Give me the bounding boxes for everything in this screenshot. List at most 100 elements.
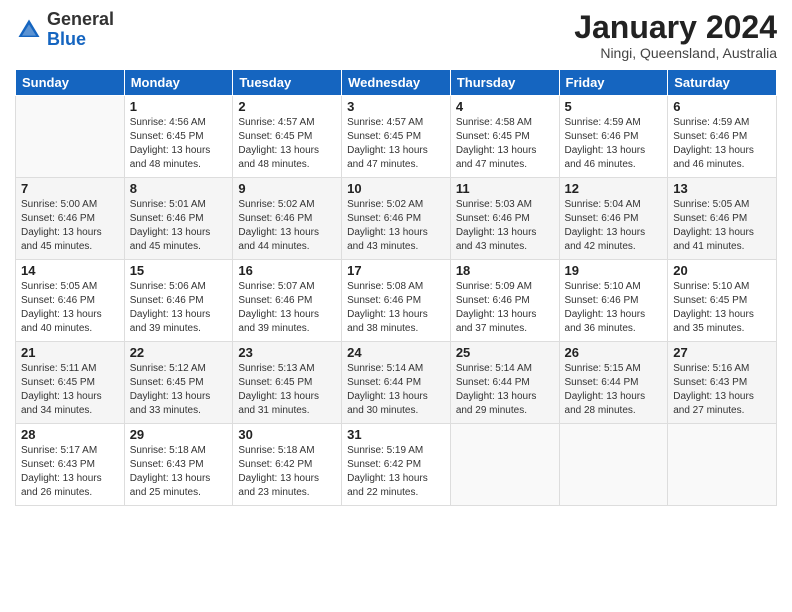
day-cell: 11Sunrise: 5:03 AM Sunset: 6:46 PM Dayli… bbox=[450, 178, 559, 260]
logo-text: General Blue bbox=[47, 10, 114, 50]
day-number: 25 bbox=[456, 345, 554, 360]
day-info: Sunrise: 4:59 AM Sunset: 6:46 PM Dayligh… bbox=[673, 116, 771, 172]
day-number: 24 bbox=[347, 345, 445, 360]
day-cell: 19Sunrise: 5:10 AM Sunset: 6:46 PM Dayli… bbox=[559, 260, 668, 342]
day-info: Sunrise: 5:08 AM Sunset: 6:46 PM Dayligh… bbox=[347, 280, 445, 336]
day-number: 15 bbox=[130, 263, 228, 278]
day-number: 13 bbox=[673, 181, 771, 196]
day-info: Sunrise: 5:05 AM Sunset: 6:46 PM Dayligh… bbox=[673, 198, 771, 254]
week-row-1: 1Sunrise: 4:56 AM Sunset: 6:45 PM Daylig… bbox=[16, 96, 777, 178]
day-info: Sunrise: 5:07 AM Sunset: 6:46 PM Dayligh… bbox=[238, 280, 336, 336]
day-info: Sunrise: 5:14 AM Sunset: 6:44 PM Dayligh… bbox=[456, 362, 554, 418]
day-number: 26 bbox=[565, 345, 663, 360]
day-cell: 6 Sunrise: 4:59 AM Sunset: 6:46 PM Daylig… bbox=[668, 96, 777, 178]
day-cell bbox=[16, 96, 125, 178]
day-info: Sunrise: 5:14 AM Sunset: 6:44 PM Dayligh… bbox=[347, 362, 445, 418]
day-info: Sunrise: 5:10 AM Sunset: 6:45 PM Dayligh… bbox=[673, 280, 771, 336]
day-cell: 22 Sunrise: 5:12 AM Sunset: 6:45 PM Dayli… bbox=[124, 342, 233, 424]
day-info: Sunrise: 5:16 AM Sunset: 6:43 PM Dayligh… bbox=[673, 362, 771, 418]
day-number: 9 bbox=[238, 181, 336, 196]
day-info: Sunrise: 5:01 AM Sunset: 6:46 PM Dayligh… bbox=[130, 198, 228, 254]
week-row-2: 7 Sunrise: 5:00 AM Sunset: 6:46 PM Daylig… bbox=[16, 178, 777, 260]
day-cell: 30Sunrise: 5:18 AM Sunset: 6:42 PM Dayli… bbox=[233, 424, 342, 506]
day-number: 29 bbox=[130, 427, 228, 442]
day-info: Sunrise: 5:02 AM Sunset: 6:46 PM Dayligh… bbox=[238, 198, 336, 254]
day-number: 3 bbox=[347, 99, 445, 114]
day-cell: 5 Sunrise: 4:59 AM Sunset: 6:46 PM Daylig… bbox=[559, 96, 668, 178]
day-info: Sunrise: 4:57 AM Sunset: 6:45 PM Dayligh… bbox=[347, 116, 445, 172]
header: General Blue January 2024 Ningi, Queensl… bbox=[15, 10, 777, 61]
day-number: 2 bbox=[238, 99, 336, 114]
day-cell: 26 Sunrise: 5:15 AM Sunset: 6:44 PM Dayli… bbox=[559, 342, 668, 424]
day-cell: 10 Sunrise: 5:02 AM Sunset: 6:46 PM Dayli… bbox=[342, 178, 451, 260]
day-number: 28 bbox=[21, 427, 119, 442]
logo: General Blue bbox=[15, 10, 114, 50]
day-number: 11 bbox=[456, 181, 554, 196]
day-number: 12 bbox=[565, 181, 663, 196]
day-cell: 7 Sunrise: 5:00 AM Sunset: 6:46 PM Daylig… bbox=[16, 178, 125, 260]
day-number: 31 bbox=[347, 427, 445, 442]
day-info: Sunrise: 5:12 AM Sunset: 6:45 PM Dayligh… bbox=[130, 362, 228, 418]
day-info: Sunrise: 5:17 AM Sunset: 6:43 PM Dayligh… bbox=[21, 444, 119, 500]
day-info: Sunrise: 4:59 AM Sunset: 6:46 PM Dayligh… bbox=[565, 116, 663, 172]
day-number: 6 bbox=[673, 99, 771, 114]
week-row-4: 21 Sunrise: 5:11 AM Sunset: 6:45 PM Dayli… bbox=[16, 342, 777, 424]
calendar-container: General Blue January 2024 Ningi, Queensl… bbox=[0, 0, 792, 612]
day-cell: 21 Sunrise: 5:11 AM Sunset: 6:45 PM Dayli… bbox=[16, 342, 125, 424]
day-cell: 25 Sunrise: 5:14 AM Sunset: 6:44 PM Dayli… bbox=[450, 342, 559, 424]
day-cell: 17 Sunrise: 5:08 AM Sunset: 6:46 PM Dayli… bbox=[342, 260, 451, 342]
day-number: 19 bbox=[565, 263, 663, 278]
day-info: Sunrise: 5:11 AM Sunset: 6:45 PM Dayligh… bbox=[21, 362, 119, 418]
month-title: January 2024 bbox=[574, 10, 777, 45]
day-number: 8 bbox=[130, 181, 228, 196]
day-cell: 20 Sunrise: 5:10 AM Sunset: 6:45 PM Dayli… bbox=[668, 260, 777, 342]
day-info: Sunrise: 5:15 AM Sunset: 6:44 PM Dayligh… bbox=[565, 362, 663, 418]
location: Ningi, Queensland, Australia bbox=[574, 45, 777, 61]
day-cell: 23 Sunrise: 5:13 AM Sunset: 6:45 PM Dayli… bbox=[233, 342, 342, 424]
day-cell: 12Sunrise: 5:04 AM Sunset: 6:46 PM Dayli… bbox=[559, 178, 668, 260]
day-cell: 24 Sunrise: 5:14 AM Sunset: 6:44 PM Dayli… bbox=[342, 342, 451, 424]
week-row-3: 14Sunrise: 5:05 AM Sunset: 6:46 PM Dayli… bbox=[16, 260, 777, 342]
day-info: Sunrise: 5:13 AM Sunset: 6:45 PM Dayligh… bbox=[238, 362, 336, 418]
weekday-header-monday: Monday bbox=[124, 70, 233, 96]
day-number: 7 bbox=[21, 181, 119, 196]
day-cell: 15Sunrise: 5:06 AM Sunset: 6:46 PM Dayli… bbox=[124, 260, 233, 342]
day-info: Sunrise: 5:09 AM Sunset: 6:46 PM Dayligh… bbox=[456, 280, 554, 336]
weekday-header-row: SundayMondayTuesdayWednesdayThursdayFrid… bbox=[16, 70, 777, 96]
day-number: 10 bbox=[347, 181, 445, 196]
day-number: 5 bbox=[565, 99, 663, 114]
day-number: 20 bbox=[673, 263, 771, 278]
weekday-header-saturday: Saturday bbox=[668, 70, 777, 96]
day-cell: 13 Sunrise: 5:05 AM Sunset: 6:46 PM Dayli… bbox=[668, 178, 777, 260]
day-cell: 1Sunrise: 4:56 AM Sunset: 6:45 PM Daylig… bbox=[124, 96, 233, 178]
day-cell bbox=[450, 424, 559, 506]
day-cell: 31Sunrise: 5:19 AM Sunset: 6:42 PM Dayli… bbox=[342, 424, 451, 506]
day-number: 18 bbox=[456, 263, 554, 278]
day-cell: 16 Sunrise: 5:07 AM Sunset: 6:46 PM Dayli… bbox=[233, 260, 342, 342]
weekday-header-thursday: Thursday bbox=[450, 70, 559, 96]
day-number: 23 bbox=[238, 345, 336, 360]
day-number: 22 bbox=[130, 345, 228, 360]
day-cell: 27Sunrise: 5:16 AM Sunset: 6:43 PM Dayli… bbox=[668, 342, 777, 424]
day-info: Sunrise: 5:18 AM Sunset: 6:43 PM Dayligh… bbox=[130, 444, 228, 500]
weekday-header-wednesday: Wednesday bbox=[342, 70, 451, 96]
day-number: 16 bbox=[238, 263, 336, 278]
day-cell: 8 Sunrise: 5:01 AM Sunset: 6:46 PM Daylig… bbox=[124, 178, 233, 260]
day-number: 17 bbox=[347, 263, 445, 278]
day-cell bbox=[559, 424, 668, 506]
logo-general: General bbox=[47, 10, 114, 30]
weekday-header-tuesday: Tuesday bbox=[233, 70, 342, 96]
day-cell: 9 Sunrise: 5:02 AM Sunset: 6:46 PM Daylig… bbox=[233, 178, 342, 260]
day-number: 4 bbox=[456, 99, 554, 114]
day-number: 21 bbox=[21, 345, 119, 360]
week-row-5: 28 Sunrise: 5:17 AM Sunset: 6:43 PM Dayli… bbox=[16, 424, 777, 506]
day-number: 1 bbox=[130, 99, 228, 114]
day-info: Sunrise: 5:00 AM Sunset: 6:46 PM Dayligh… bbox=[21, 198, 119, 254]
day-cell: 28 Sunrise: 5:17 AM Sunset: 6:43 PM Dayli… bbox=[16, 424, 125, 506]
title-block: January 2024 Ningi, Queensland, Australi… bbox=[574, 10, 777, 61]
day-info: Sunrise: 4:58 AM Sunset: 6:45 PM Dayligh… bbox=[456, 116, 554, 172]
day-info: Sunrise: 5:02 AM Sunset: 6:46 PM Dayligh… bbox=[347, 198, 445, 254]
weekday-header-friday: Friday bbox=[559, 70, 668, 96]
day-cell: 4 Sunrise: 4:58 AM Sunset: 6:45 PM Daylig… bbox=[450, 96, 559, 178]
day-number: 14 bbox=[21, 263, 119, 278]
